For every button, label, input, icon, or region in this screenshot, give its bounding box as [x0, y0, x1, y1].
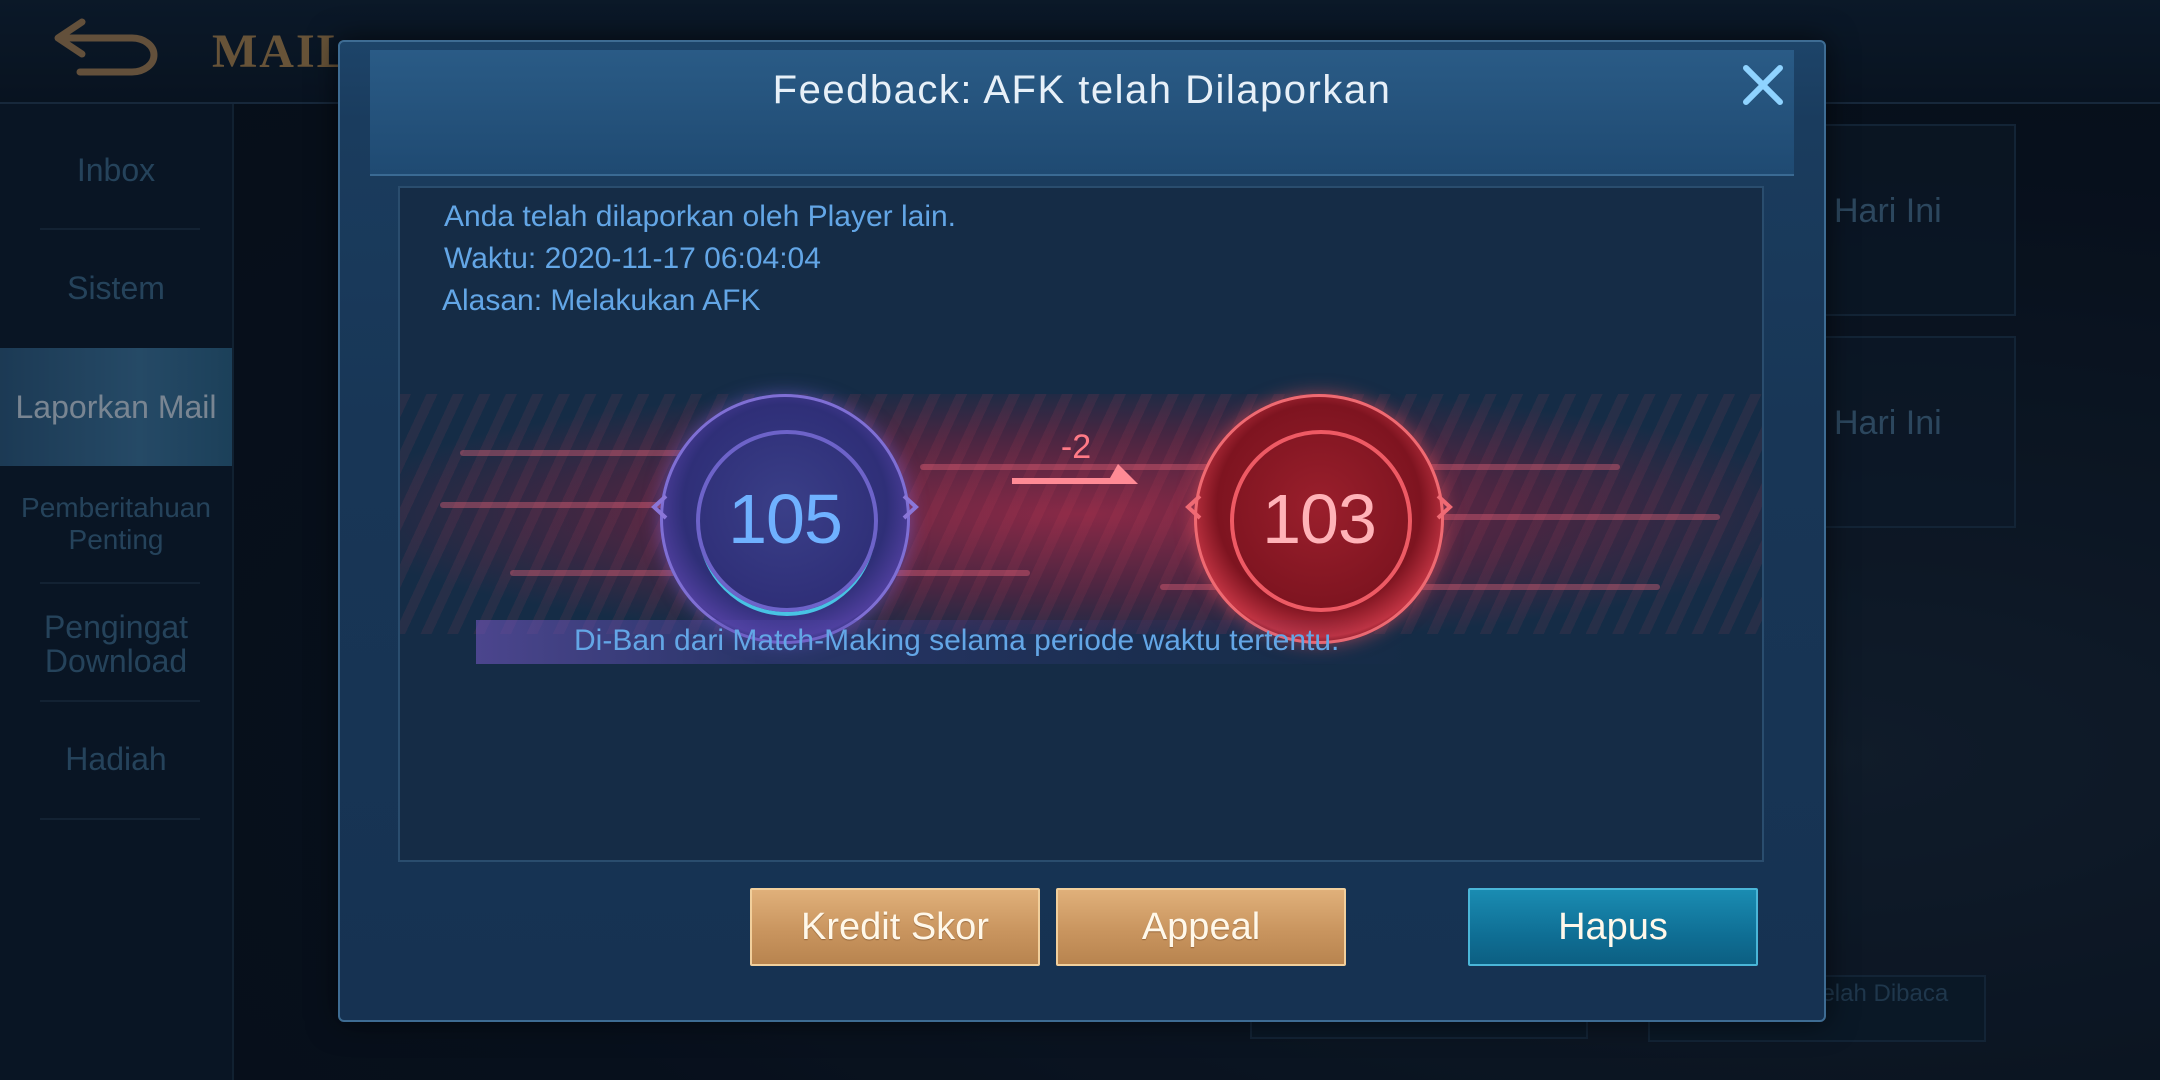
dialog-title: Feedback: AFK telah Dilaporkan: [772, 68, 1392, 112]
badge-notch-icon: [1185, 494, 1202, 520]
badge-notch-icon: [902, 494, 919, 520]
report-time: Waktu: 2020-11-17 06:04:04: [444, 242, 821, 275]
credit-score-after-badge: 103: [1194, 394, 1444, 644]
badge-notch-icon: [651, 494, 668, 520]
report-message: Anda telah dilaporkan oleh Player lain.: [444, 200, 957, 233]
ban-notice: Di-Ban dari Match-Making selama periode …: [574, 624, 1340, 657]
close-icon[interactable]: [1738, 60, 1788, 110]
report-reason: Alasan: Melakukan AFK: [442, 284, 761, 317]
afk-report-dialog: Feedback: AFK telah Dilaporkan Anda tela…: [338, 40, 1826, 1022]
report-content: Anda telah dilaporkan oleh Player lain. …: [398, 186, 1764, 862]
credit-score-after: 103: [1262, 480, 1377, 558]
credit-score-before: 105: [728, 480, 843, 558]
delete-button[interactable]: Hapus: [1468, 888, 1758, 966]
decrease-arrow-icon: [1012, 464, 1138, 484]
appeal-button[interactable]: Appeal: [1056, 888, 1346, 966]
badge-notch-icon: [1436, 494, 1453, 520]
credit-score-before-badge: 105: [660, 394, 910, 644]
credit-score-button[interactable]: Kredit Skor: [750, 888, 1040, 966]
